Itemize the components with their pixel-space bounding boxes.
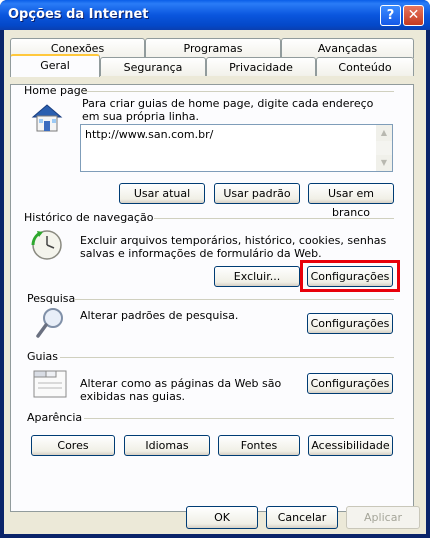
use-default-button[interactable]: Usar padrão [214, 183, 300, 204]
home-description: Para criar guias de home page, digite ca… [82, 97, 374, 123]
internet-options-window: Opções da Internet ? ✕ Conexões Programa… [0, 0, 430, 538]
house-icon [31, 104, 63, 132]
languages-button[interactable]: Idiomas [124, 435, 210, 456]
tabs-settings-button[interactable]: Configurações [307, 373, 393, 394]
url-scrollbar[interactable]: ▲ ▼ [376, 125, 392, 171]
search-description: Alterar padrões de pesquisa. [80, 309, 239, 322]
ok-button[interactable]: OK [186, 506, 258, 529]
accessibility-button[interactable]: Acessibilidade [308, 435, 393, 456]
divider [154, 218, 394, 219]
tabs-description: Alterar como as páginas da Web são exibi… [80, 377, 282, 403]
divider [60, 357, 394, 358]
home-page-title: Home page [24, 84, 88, 97]
apply-button[interactable]: Aplicar [346, 506, 420, 529]
divider [74, 299, 394, 300]
scroll-up-icon[interactable]: ▲ [376, 125, 392, 141]
colors-button[interactable]: Cores [31, 435, 115, 456]
search-title: Pesquisa [27, 292, 76, 305]
history-title: Histórico de navegação [24, 211, 154, 224]
history-clock-icon [31, 230, 62, 260]
use-current-button[interactable]: Usar atual [119, 183, 205, 204]
divider [84, 418, 394, 419]
divider [82, 91, 394, 92]
tabs-section-title: Guias [27, 350, 59, 363]
home-url-value: http://www.san.com.br/ [85, 128, 214, 141]
cancel-button[interactable]: Cancelar [266, 506, 338, 529]
use-blank-button[interactable]: Usar em branco [308, 183, 394, 219]
delete-history-button[interactable]: Excluir... [214, 266, 300, 287]
history-description: Excluir arquivos temporários, histórico,… [80, 234, 387, 260]
tabs-icon [33, 370, 67, 398]
highlight-box [300, 260, 400, 292]
search-settings-button[interactable]: Configurações [307, 313, 393, 334]
panel-content: Home page Para criar guias de home page,… [0, 0, 430, 538]
magnifier-icon [36, 308, 63, 338]
home-url-textarea[interactable]: http://www.san.com.br/ ▲ ▼ [80, 124, 393, 172]
fonts-button[interactable]: Fontes [218, 435, 300, 456]
appearance-title: Aparência [27, 411, 83, 424]
scroll-down-icon[interactable]: ▼ [376, 155, 392, 171]
